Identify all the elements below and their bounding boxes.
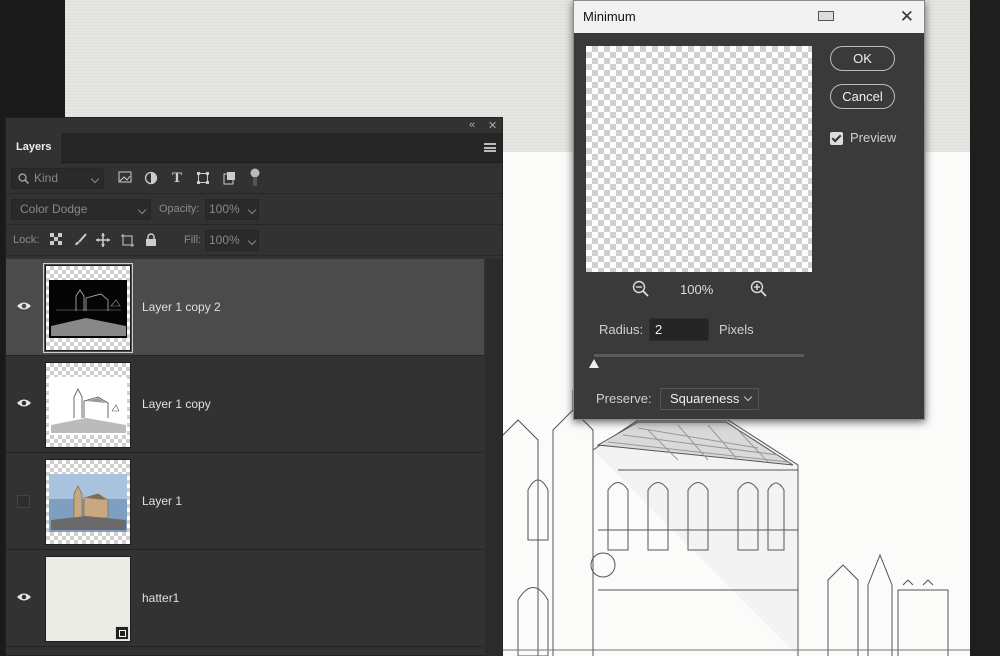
fill-value: 100% [209,233,240,247]
close-panel-icon[interactable]: ✕ [488,119,497,132]
lock-brush-icon[interactable] [73,233,87,247]
lock-label: Lock: [13,234,40,246]
layer-row[interactable]: hatter1 [6,550,484,647]
layer-filter-row: Kind T [6,163,502,194]
lock-pixels-icon[interactable] [49,233,63,247]
smart-object-filter-icon[interactable] [222,171,236,185]
blend-mode-select[interactable]: Color Dodge [11,199,151,220]
shape-filter-icon[interactable] [196,171,210,185]
opacity-value: 100% [209,202,240,216]
lock-fill-row: Lock: Fill: 100% [6,225,502,256]
filter-preview-area[interactable] [586,46,812,272]
layer-thumbnail [45,362,131,448]
radius-input[interactable]: 2 [649,318,709,341]
type-filter-icon[interactable]: T [170,171,184,186]
preview-checkbox[interactable] [830,132,843,145]
layer-name[interactable]: hatter1 [142,591,179,605]
radius-unit: Pixels [719,322,754,337]
filter-kind-label: Kind [34,171,59,185]
lock-all-icon[interactable] [144,233,158,247]
panel-header-bar: « ✕ [6,118,502,133]
panel-tab-row: Layers [6,133,502,163]
layer-name[interactable]: Layer 1 copy [142,397,211,411]
chevron-down-icon [90,174,100,184]
canvas-pasteboard [970,0,1000,656]
visibility-eye-icon[interactable] [16,398,32,408]
preserve-value: Squareness [670,391,740,406]
chevron-down-icon [137,205,147,215]
radius-slider-track[interactable] [594,354,804,357]
layer-thumbnail [43,263,133,353]
fill-label: Fill: [184,234,202,246]
chevron-down-icon[interactable] [247,205,257,215]
adjustment-filter-icon[interactable] [144,171,158,185]
zoom-in-icon[interactable] [750,280,768,298]
layer-name[interactable]: Layer 1 [142,494,182,508]
close-icon[interactable]: ✕ [900,1,914,33]
filter-kind-select[interactable]: Kind [11,168,104,189]
minimum-filter-dialog: Minimum ✕ 100% OK Cancel Preview Radius:… [573,0,925,420]
preview-zoom-controls: 100% [586,280,812,300]
collapse-panel-icon[interactable]: « [469,119,475,131]
layer-list-scrollbar[interactable] [485,259,502,656]
preserve-select[interactable]: Squareness [660,388,759,410]
visibility-eye-icon[interactable] [16,301,32,311]
filter-toggle-icon[interactable] [248,168,262,186]
cancel-button[interactable]: Cancel [830,84,895,109]
fill-field[interactable]: 100% [205,230,259,251]
image-filter-icon[interactable] [118,171,132,185]
blend-mode-value: Color Dodge [20,202,88,216]
layer-thumbnail [45,556,131,642]
blend-opacity-row: Color Dodge Opacity: 100% [6,194,502,225]
layers-panel: « ✕ Layers Kind T Color Dodge Opacity: 1… [5,117,503,656]
opacity-label: Opacity: [159,203,200,215]
church-sketch-artwork [498,390,970,656]
preview-label[interactable]: Preview [850,130,896,145]
radius-label: Radius: [599,322,644,337]
zoom-level: 100% [680,282,714,297]
chevron-down-icon [743,392,753,402]
opacity-field[interactable]: 100% [205,199,259,220]
layer-thumbnail [45,459,131,545]
preserve-label: Preserve: [596,391,652,406]
layer-row[interactable]: Layer 1 copy 2 [6,259,484,356]
dialog-title-bar: Minimum ✕ [574,1,924,33]
layer-list: Layer 1 copy 2 Layer 1 copy Layer 1 hatt… [6,259,484,647]
chevron-down-icon[interactable] [247,236,257,246]
layer-name[interactable]: Layer 1 copy 2 [142,300,221,314]
window-pin-icon[interactable] [818,11,834,21]
tab-layers[interactable]: Layers [6,133,61,163]
ok-button[interactable]: OK [830,46,895,71]
panel-menu-icon[interactable] [484,143,496,152]
search-icon [18,173,29,184]
lock-position-icon[interactable] [96,233,110,247]
lock-artboard-icon[interactable] [120,233,134,247]
zoom-out-icon[interactable] [632,280,650,298]
layer-row[interactable]: Layer 1 copy [6,356,484,453]
visibility-eye-icon[interactable] [16,592,32,602]
smart-object-icon [115,626,129,640]
radius-slider-handle[interactable] [589,359,599,368]
layer-row[interactable]: Layer 1 [6,453,484,550]
visibility-toggle-off[interactable] [17,495,30,508]
dialog-title: Minimum [583,9,636,24]
